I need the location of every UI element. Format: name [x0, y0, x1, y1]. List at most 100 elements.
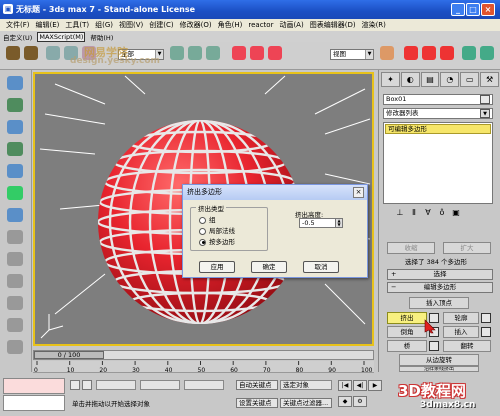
create-helper-icon[interactable] [7, 296, 23, 310]
align-icon[interactable] [480, 46, 494, 60]
hinge-from-edge-button[interactable]: 从边旋转 [399, 354, 479, 366]
reference-coord-dropdown[interactable]: 视图 ▼ [330, 49, 374, 60]
grow-button[interactable]: 扩大 [443, 242, 491, 254]
tab-utilities[interactable]: ⚒ [480, 72, 499, 87]
inset-button[interactable]: 插入 [443, 326, 479, 338]
menu-rendering[interactable]: 渲染(R) [359, 19, 389, 31]
modifier-list-dropdown[interactable]: 修改器列表 ▼ [383, 108, 493, 119]
radio-by-polygon[interactable] [199, 238, 206, 246]
rollout-selection[interactable]: + 选择 [387, 269, 493, 280]
select-by-name-icon[interactable] [188, 46, 202, 60]
x-coord-field[interactable] [96, 380, 136, 390]
bridge-settings-button[interactable] [429, 341, 439, 351]
redo-icon[interactable] [24, 46, 38, 60]
undo-icon[interactable] [6, 46, 20, 60]
dialog-close-button[interactable]: × [353, 187, 364, 198]
cancel-button[interactable]: 取消 [303, 261, 339, 273]
scale-icon[interactable] [268, 46, 282, 60]
time-slider[interactable]: 0 / 100 [33, 350, 374, 360]
y-coord-field[interactable] [140, 380, 180, 390]
remove-modifier-icon[interactable]: ô [437, 208, 447, 218]
key-mode-icon[interactable]: ◆ [338, 396, 352, 407]
lock-selection-icon[interactable] [70, 380, 80, 390]
create-light-icon[interactable] [7, 252, 23, 266]
time-config-icon[interactable]: ⚙ [353, 396, 367, 407]
show-result-icon[interactable]: Ⅱ [409, 208, 419, 218]
configure-sets-icon[interactable]: ▣ [451, 208, 461, 218]
shrink-button[interactable]: 收缩 [387, 242, 435, 254]
create-sphere-icon[interactable] [7, 98, 23, 112]
track-bar[interactable]: 0 10 20 30 40 50 60 70 80 90 100 [33, 361, 374, 374]
menu-group[interactable]: 组(G) [92, 19, 116, 31]
menu-help[interactable]: 帮助(H) [90, 32, 113, 42]
minimize-button[interactable]: _ [451, 3, 465, 16]
extrude-along-spline-button[interactable]: 沿样条线挤出 [399, 366, 479, 372]
selected-object-dropdown[interactable]: 选定对象 [280, 380, 332, 390]
bevel-button[interactable]: 倒角 [387, 326, 427, 338]
tab-modify[interactable]: ◐ [400, 72, 420, 87]
key-filters-button[interactable]: 关键点过滤器... [280, 398, 332, 408]
outline-button[interactable]: 轮廓 [443, 312, 479, 324]
outline-settings-button[interactable] [481, 313, 491, 323]
link-icon[interactable] [46, 46, 60, 60]
menu-edit[interactable]: 编辑(E) [33, 19, 63, 31]
option-by-polygon[interactable]: 按多边形 [199, 238, 235, 246]
create-camera-icon[interactable] [7, 274, 23, 288]
create-shape-icon[interactable] [7, 230, 23, 244]
prev-frame-icon[interactable]: ◀| [353, 380, 367, 391]
menu-character[interactable]: 角色(H) [215, 19, 246, 31]
create-cylinder-icon[interactable] [7, 120, 23, 134]
create-torus-icon[interactable] [7, 164, 23, 178]
menu-maxscript[interactable]: MAXScript(M) [37, 31, 86, 42]
radio-group[interactable] [199, 216, 206, 224]
pivot-icon[interactable] [380, 46, 394, 60]
move-icon[interactable] [232, 46, 246, 60]
tab-motion[interactable]: ◔ [440, 72, 460, 87]
object-name-field[interactable]: Box01 [383, 94, 493, 105]
menu-modifiers[interactable]: 修改器(O) [177, 19, 215, 31]
create-plane-icon[interactable] [7, 186, 23, 200]
inset-settings-button[interactable] [481, 327, 491, 337]
object-color-swatch[interactable] [480, 95, 490, 104]
maxscript-listener-white[interactable] [3, 395, 65, 411]
select-object-icon[interactable] [170, 46, 184, 60]
spinner-arrows-icon[interactable]: ▲ ▼ [335, 219, 342, 227]
rotate-icon[interactable] [250, 46, 264, 60]
option-local-normal[interactable]: 局部法线 [199, 227, 235, 235]
menu-graph-editors[interactable]: 图表编辑器(D) [307, 19, 359, 31]
create-box-icon[interactable] [7, 76, 23, 90]
z-coord-field[interactable] [184, 380, 224, 390]
menu-reactor[interactable]: reactor [245, 19, 276, 31]
maxscript-listener-pink[interactable] [3, 378, 65, 394]
tab-hierarchy[interactable]: ▤ [420, 72, 440, 87]
flip-button[interactable]: 翻转 [443, 340, 491, 352]
stack-item-editable-poly[interactable]: 可编辑多边形 [385, 124, 491, 134]
pin-stack-icon[interactable]: ⊥ [395, 208, 405, 218]
snap-icon[interactable] [404, 46, 418, 60]
create-system-icon[interactable] [7, 340, 23, 354]
create-cone-icon[interactable] [7, 142, 23, 156]
auto-key-button[interactable]: 自动关键点 [236, 380, 278, 390]
rollout-edit-polygons[interactable]: − 编辑多边形 [387, 282, 493, 293]
select-region-icon[interactable] [206, 46, 220, 60]
set-key-button[interactable]: 设置关键点 [236, 398, 278, 408]
radio-local-normal[interactable] [199, 227, 206, 235]
menu-customize[interactable]: 自定义(U) [3, 32, 32, 42]
option-group[interactable]: 组 [199, 216, 216, 224]
menu-file[interactable]: 文件(F) [3, 19, 33, 31]
make-unique-icon[interactable]: ∀ [423, 208, 433, 218]
create-tube-icon[interactable] [7, 208, 23, 222]
play-icon[interactable]: ▶ [368, 380, 382, 391]
ok-button[interactable]: 确定 [251, 261, 287, 273]
mirror-icon[interactable] [462, 46, 476, 60]
maximize-button[interactable]: □ [466, 3, 480, 16]
menu-create[interactable]: 创建(C) [146, 19, 176, 31]
extrusion-height-spinner[interactable]: -0.5 ▲ ▼ [299, 218, 343, 228]
bridge-button[interactable]: 桥 [387, 340, 427, 352]
angle-snap-icon[interactable] [422, 46, 436, 60]
close-button[interactable]: × [481, 3, 495, 16]
apply-button[interactable]: 应用 [199, 261, 235, 273]
menu-animation[interactable]: 动画(A) [276, 19, 306, 31]
tab-create[interactable]: ✦ [381, 72, 400, 87]
percent-snap-icon[interactable] [440, 46, 454, 60]
